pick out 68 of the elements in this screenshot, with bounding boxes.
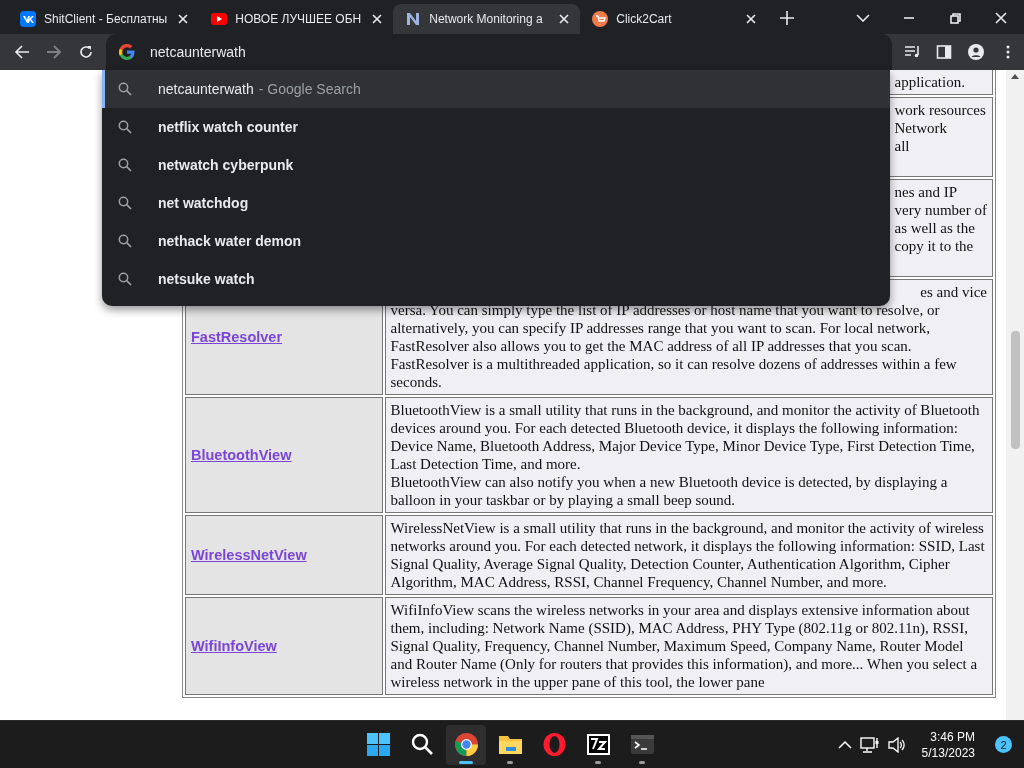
tool-link[interactable]: WirelessNetView [191, 547, 307, 563]
suggestion-item[interactable]: netcaunterwath - Google Search [102, 70, 890, 108]
suggestion-item[interactable]: netwatch cyberpunk [102, 146, 890, 184]
close-tab-icon[interactable] [372, 14, 383, 24]
description-text: BluetoothView can also notify you when a new Bluetooth device is detected, by displaying a balloon in your taskbar or by playing a small beep sound. [390, 473, 949, 509]
suggestion-item[interactable]: nethack water demon [102, 222, 890, 260]
side-panel-icon[interactable] [936, 44, 952, 60]
suggestion-item[interactable]: netsuke watch [102, 260, 890, 298]
tool-link[interactable]: BluetoothView [191, 447, 292, 463]
suggestion-item[interactable]: netflix watch counter [102, 108, 890, 146]
play-logo-icon [211, 11, 228, 27]
search-icon [118, 120, 132, 134]
clock-time: 3:46 PM [930, 728, 975, 745]
address-bar[interactable]: netcaunterwath [106, 34, 892, 70]
windows-logo-icon [365, 732, 391, 757]
new-tab-icon[interactable] [780, 11, 795, 25]
description-text: WirelessNetView is a small utility that runs in the background, and monitor the activity of wireless networks around you. For each detected network, it displays the following information: SSID, Last Signal Quality, Average Signal Quality, Detection Counter, Authentication Algorithm, Cipher Algorithm, MAC Address, RSSI, Channel Frequency, Channel Number, and more. [390, 519, 986, 591]
close-tab-icon[interactable] [559, 14, 570, 24]
browser-tab[interactable]: НОВОЕ ЛУЧШЕЕ ОБН [199, 4, 394, 34]
terminal-icon [629, 732, 655, 757]
suggestion-item[interactable]: net watchdog [102, 184, 890, 222]
reload-icon[interactable] [78, 44, 94, 60]
browser-tab[interactable]: Click2Cart [580, 4, 768, 34]
close-tab-icon[interactable] [178, 14, 189, 24]
browser-tab[interactable]: Network Monitoring a [393, 4, 581, 34]
notification-badge[interactable]: 2 [995, 736, 1012, 753]
search-icon [118, 82, 132, 96]
playlist-icon[interactable] [904, 44, 920, 60]
description-text: work resources [893, 101, 987, 119]
close-icon[interactable] [995, 12, 1007, 24]
close-tab-icon[interactable] [746, 14, 757, 24]
scroll-up-arrow-icon[interactable] [1011, 74, 1019, 79]
network-icon[interactable] [859, 735, 880, 754]
description-text: BluetoothView is a small utility that runs in the background, and monitor the activity of Bluetooth devices around you. For each detected Bluetooth device, it displays the following information: Device Name, Bluetooth Address, Major Device Type, Minor Device Type, First Detection Time, Last Detection Time, and more. [390, 401, 981, 473]
description-text: WifiInfoView scans the wireless networks in your area and displays extensive information about them, including: Network Name (SSID), MAC Address, PHY Type (802.11g or 802.11n), RSSI, Signal Quality, Frequency, Channel Number, Maximum Speed, Company Name, Router Model and Router Name (Only for routers that provides this information), and more... When you select a wireless network in the upper pane of this tool, the lower pane [390, 601, 979, 691]
description-text: Network [893, 119, 949, 137]
vk-logo-icon [20, 11, 36, 27]
letter-logo-icon [405, 11, 422, 27]
tab-search-caret-icon[interactable] [856, 14, 870, 22]
search-icon [118, 196, 132, 210]
description-text: es and vice [919, 283, 987, 301]
tool-link[interactable]: WifiInfoView [191, 638, 277, 654]
description-text: all [893, 137, 911, 155]
back-arrow-icon[interactable] [14, 44, 30, 60]
chrome-logo-icon [453, 732, 479, 757]
search-icon [118, 234, 132, 248]
description-text: application. [893, 73, 966, 91]
clock-date: 5/13/2023 [921, 744, 975, 761]
scrollbar-thumb[interactable] [1010, 331, 1020, 449]
opera-logo-icon [541, 732, 567, 757]
description-text: nes and IP [893, 183, 959, 201]
chevron-up-icon[interactable] [837, 740, 852, 749]
search-icon [409, 732, 435, 757]
search-icon [118, 272, 132, 286]
speaker-icon[interactable] [887, 736, 906, 753]
search-icon [118, 158, 132, 172]
description-text: very number of [893, 201, 987, 219]
tool-link[interactable]: FastResolver [191, 329, 283, 345]
taskbar-button[interactable] [446, 724, 486, 765]
profile-icon[interactable] [968, 44, 984, 60]
google-logo-icon [118, 43, 136, 61]
description-text: copy it to the [893, 237, 975, 255]
restore-icon[interactable] [949, 12, 961, 24]
browser-tab[interactable]: ShitClient - Бесплатны [8, 4, 200, 34]
cart-logo-icon [592, 11, 609, 27]
forward-arrow-icon[interactable] [46, 44, 62, 60]
description-text: as well as the [893, 219, 976, 237]
archive-logo-icon [585, 732, 611, 757]
